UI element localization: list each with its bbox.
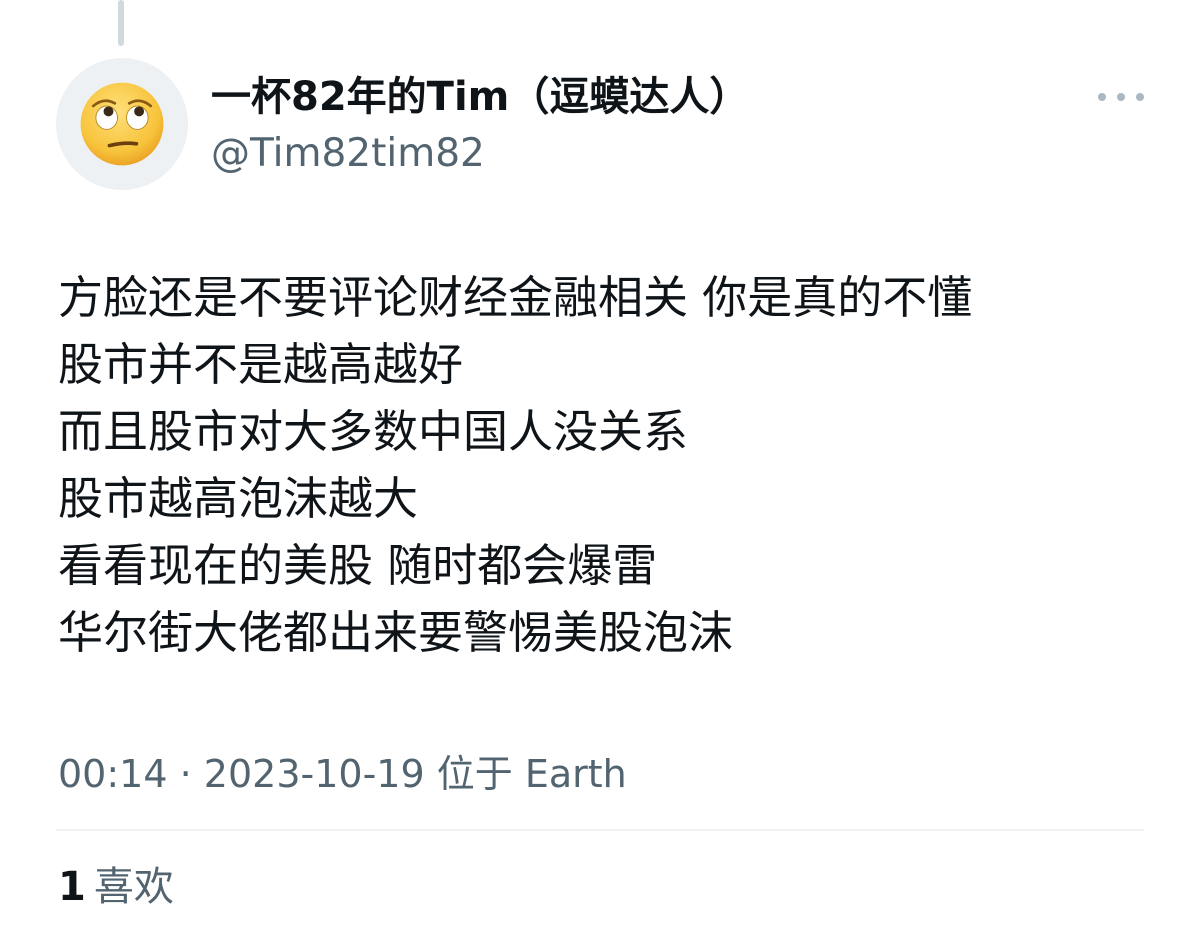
- tweet-text-line: 股市并不是越高越好: [58, 338, 464, 391]
- tweet-text: 方脸还是不要评论财经金融相关 你是真的不懂 股市并不是越高越好 而且股市对大多数…: [58, 264, 1158, 666]
- tweet-metadata: 00:14 · 2023-10-19 位于 Earth: [58, 748, 627, 800]
- divider: [56, 829, 1144, 831]
- tweet-text-line: 股市越高泡沫越大: [58, 472, 419, 525]
- avatar[interactable]: [56, 58, 188, 190]
- more-options-button[interactable]: [1096, 80, 1146, 114]
- tweet-time[interactable]: 00:14: [58, 752, 168, 796]
- likes-count: 1: [58, 864, 86, 910]
- meta-separator: ·: [179, 752, 192, 796]
- tweet-text-line: 看看现在的美股 随时都会爆雷: [58, 539, 658, 592]
- author-handle[interactable]: @Tim82tim82: [211, 128, 485, 180]
- likes-stat[interactable]: 1 喜欢: [58, 860, 174, 914]
- more-options-icon: [1098, 93, 1106, 101]
- more-options-icon: [1136, 93, 1144, 101]
- tweet-date[interactable]: 2023-10-19: [204, 752, 425, 796]
- likes-label: 喜欢: [93, 864, 174, 910]
- tweet-location: 位于 Earth: [436, 752, 627, 796]
- more-options-icon: [1117, 93, 1125, 101]
- tweet-text-line: 方脸还是不要评论财经金融相关 你是真的不懂: [58, 271, 973, 324]
- thread-connector-line: [118, 0, 124, 46]
- face-with-rolling-eyes-emoji-icon: [80, 82, 164, 166]
- author-display-name[interactable]: 一杯82年的Tim（逗蟆达人）: [211, 70, 749, 124]
- tweet-text-line: 华尔街大佬都出来要警惕美股泡沫: [58, 606, 734, 659]
- tweet-text-line: 而且股市对大多数中国人没关系: [58, 405, 689, 458]
